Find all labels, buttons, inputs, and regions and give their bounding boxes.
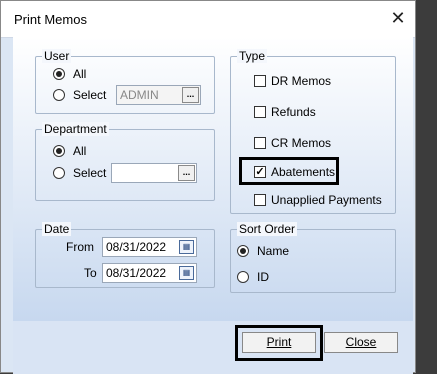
user-all-label: All (73, 67, 87, 81)
date-to-label: To (84, 266, 97, 280)
type-dr-memos[interactable]: DR Memos (254, 74, 331, 88)
date-legend: Date (42, 222, 72, 236)
close-icon[interactable]: ✕ (387, 7, 409, 29)
sort-name-option[interactable]: Name (237, 244, 289, 258)
sort-order-group: Sort Order Name ID (230, 222, 396, 293)
user-select-option[interactable]: Select (53, 88, 106, 102)
type-unapplied-payments[interactable]: Unapplied Payments (254, 193, 382, 207)
user-all-radio[interactable] (53, 68, 65, 80)
sort-name-label: Name (257, 244, 290, 258)
type-group: Type DR Memos Refunds CR Memos ✓ Abateme… (230, 49, 396, 214)
sort-id-radio[interactable] (237, 271, 249, 283)
dialog-content: User All Select ADMIN ... Department All… (13, 37, 413, 321)
date-from-label: From (66, 240, 94, 254)
type-refunds[interactable]: Refunds (254, 105, 316, 119)
unapplied-payments-label: Unapplied Payments (271, 193, 382, 207)
department-select-label: Select (73, 166, 107, 180)
type-cr-memos[interactable]: CR Memos (254, 136, 331, 150)
user-all-option[interactable]: All (53, 67, 86, 81)
date-group: Date From 08/31/2022 ▦ To 08/31/2022 ▦ (35, 222, 215, 288)
print-memos-dialog: Print Memos ✕ User All Select ADMIN ... … (0, 0, 416, 374)
department-all-label: All (73, 144, 87, 158)
sort-name-radio[interactable] (237, 245, 249, 257)
dr-memos-label: DR Memos (271, 74, 332, 88)
department-all-option[interactable]: All (53, 144, 86, 158)
department-group: Department All Select ... (35, 122, 215, 201)
department-all-radio[interactable] (53, 145, 65, 157)
calendar-icon[interactable]: ▦ (179, 266, 194, 280)
department-select-radio[interactable] (53, 167, 65, 179)
unapplied-payments-checkbox[interactable] (254, 194, 266, 206)
abatements-highlight (239, 157, 339, 185)
calendar-icon[interactable]: ▦ (179, 240, 194, 254)
department-browse-button[interactable]: ... (178, 165, 195, 181)
sort-id-option[interactable]: ID (237, 270, 269, 284)
user-select-radio[interactable] (53, 89, 65, 101)
title-bar: Print Memos ✕ (1, 1, 415, 38)
sort-id-label: ID (257, 270, 269, 284)
close-button[interactable]: Close (324, 332, 398, 353)
user-select-label: Select (73, 88, 107, 102)
cr-memos-checkbox[interactable] (254, 137, 266, 149)
user-browse-button[interactable]: ... (182, 87, 199, 103)
department-select-option[interactable]: Select (53, 166, 106, 180)
department-legend: Department (42, 122, 109, 136)
dialog-footer: Print Close (13, 321, 413, 374)
print-button[interactable]: Print (242, 332, 316, 353)
dialog-title: Print Memos (14, 12, 87, 27)
sort-order-legend: Sort Order (237, 222, 298, 236)
dr-memos-checkbox[interactable] (254, 75, 266, 87)
user-legend: User (42, 49, 72, 63)
type-legend: Type (237, 49, 268, 63)
refunds-label: Refunds (271, 105, 316, 119)
cr-memos-label: CR Memos (271, 136, 332, 150)
refunds-checkbox[interactable] (254, 106, 266, 118)
user-group: User All Select ADMIN ... (35, 49, 215, 114)
